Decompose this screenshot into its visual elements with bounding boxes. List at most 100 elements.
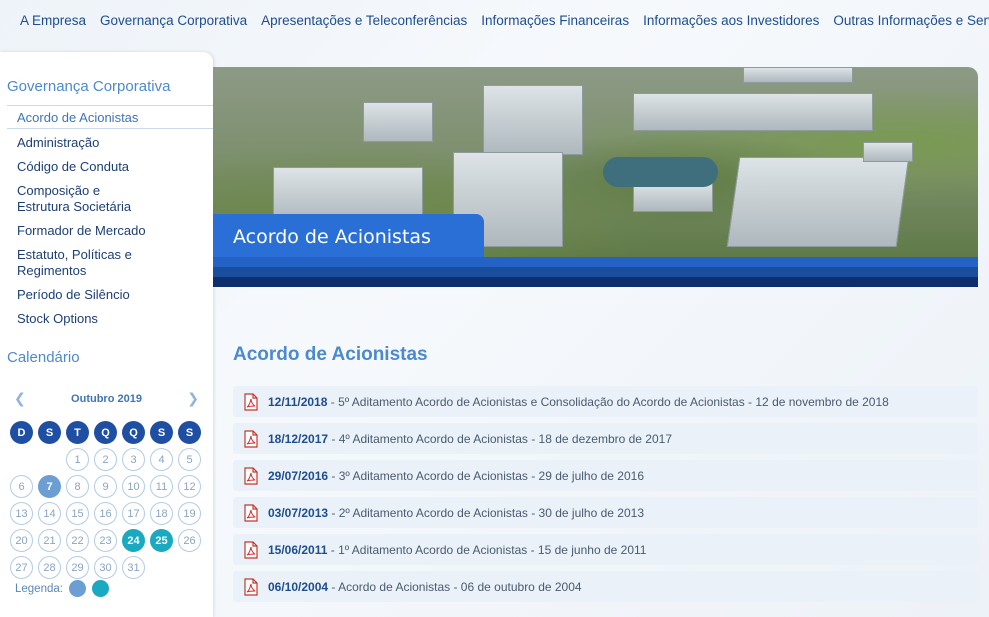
calendar-title: Calendário (7, 349, 80, 366)
sidebar-item-codigo-de-conduta[interactable]: Código de Conduta (0, 159, 213, 175)
document-link[interactable]: 06/10/2004 - Acordo de Acionistas - 06 d… (233, 571, 978, 602)
sidebar-item-periodo-de-silencio[interactable]: Período de Silêncio (0, 287, 213, 303)
document-link[interactable]: 18/12/2017 - 4º Aditamento Acordo de Aci… (233, 423, 978, 454)
calendar-day[interactable]: 8 (66, 475, 89, 498)
calendar-day[interactable]: 5 (178, 448, 201, 471)
document-date: 18/12/2017 (268, 431, 329, 446)
document-date: 12/11/2018 (268, 394, 328, 409)
calendar-day[interactable]: 23 (94, 529, 117, 552)
calendar-day[interactable]: 3 (122, 448, 145, 471)
document-link[interactable]: 29/07/2016 - 3º Aditamento Acordo de Aci… (233, 460, 978, 491)
weekday-header: D (10, 421, 33, 444)
banner-stripe (213, 267, 978, 277)
calendar-month-label: Outubro 2019 (71, 392, 142, 405)
calendar-day[interactable]: 27 (10, 556, 33, 579)
weekday-header: S (178, 421, 201, 444)
chevron-left-icon[interactable]: ❮ (14, 390, 26, 407)
legend-selected-dot (68, 580, 86, 597)
weekday-header: S (150, 421, 173, 444)
sidebar-item-composicao[interactable]: Composição e Estrutura Societária (0, 183, 150, 215)
calendar-day[interactable]: 12 (178, 475, 201, 498)
calendar-day[interactable]: 22 (66, 529, 89, 552)
calendar-day[interactable]: 7 (38, 475, 61, 498)
page-title: Acordo de Acionistas (233, 344, 428, 365)
calendar-day[interactable]: 29 (66, 556, 89, 579)
pdf-icon (243, 429, 259, 448)
calendar-day[interactable]: 30 (94, 556, 117, 579)
calendar-header: ❮ Outubro 2019 ❯ (0, 390, 213, 407)
nav-link-informacoes-financeiras[interactable]: Informações Financeiras (481, 13, 629, 28)
document-link[interactable]: 15/06/2011 - 1º Aditamento Acordo de Aci… (233, 534, 978, 565)
calendar-empty-cell (10, 448, 33, 471)
legend-label: Legenda: (15, 582, 63, 595)
calendar-day[interactable]: 24 (122, 529, 145, 552)
pdf-icon (243, 540, 259, 559)
calendar-day[interactable]: 28 (38, 556, 61, 579)
document-list: 12/11/2018 - 5º Aditamento Acordo de Aci… (233, 386, 978, 608)
document-title: - 3º Aditamento Acordo de Acionistas - 2… (328, 468, 644, 483)
sidebar-item-administracao[interactable]: Administração (0, 135, 213, 151)
hero-banner: Acordo de Acionistas (213, 67, 978, 287)
calendar-day[interactable]: 26 (178, 529, 201, 552)
calendar-day[interactable]: 14 (38, 502, 61, 525)
document-title: - 5º Aditamento Acordo de Acionistas e C… (327, 394, 889, 409)
chevron-right-icon[interactable]: ❯ (187, 390, 199, 407)
top-navigation: A Empresa Governança Corporativa Apresen… (0, 0, 989, 40)
calendar-day[interactable]: 13 (10, 502, 33, 525)
sidebar-menu: Acordo de Acionistas Administração Códig… (0, 106, 213, 327)
sidebar-active-divider (7, 128, 213, 129)
calendar-day[interactable]: 10 (122, 475, 145, 498)
calendar-day[interactable]: 9 (94, 475, 117, 498)
calendar-day[interactable]: 16 (94, 502, 117, 525)
nav-link-a-empresa[interactable]: A Empresa (20, 13, 86, 28)
document-link[interactable]: 12/11/2018 - 5º Aditamento Acordo de Aci… (233, 386, 978, 417)
document-link[interactable]: 03/07/2013 - 2º Aditamento Acordo de Aci… (233, 497, 978, 528)
calendar-day[interactable]: 25 (150, 529, 173, 552)
document-title: - 4º Aditamento Acordo de Acionistas - 1… (328, 431, 672, 446)
calendar-day[interactable]: 19 (178, 502, 201, 525)
calendar-day[interactable]: 4 (150, 448, 173, 471)
calendar-day[interactable]: 1 (66, 448, 89, 471)
banner-stripe (213, 277, 978, 287)
pdf-icon (243, 503, 259, 522)
calendar-legend: Legenda: (15, 580, 109, 597)
sidebar-item-estatuto[interactable]: Estatuto, Políticas e Regimentos (0, 247, 140, 279)
pdf-icon (243, 392, 259, 411)
nav-link-apresentacoes[interactable]: Apresentações e Teleconferências (261, 13, 467, 28)
document-date: 29/07/2016 (268, 468, 329, 483)
banner-stripe (213, 257, 978, 267)
nav-link-outras-informacoes[interactable]: Outras Informações e Serviços (833, 13, 989, 28)
calendar-day[interactable]: 20 (10, 529, 33, 552)
sidebar-item-formador-de-mercado[interactable]: Formador de Mercado (0, 223, 213, 239)
sidebar-title: Governança Corporativa (7, 78, 171, 95)
document-title: - 1º Aditamento Acordo de Acionistas - 1… (327, 542, 647, 557)
calendar-day[interactable]: 18 (150, 502, 173, 525)
pdf-icon (243, 577, 259, 596)
calendar-day[interactable]: 15 (66, 502, 89, 525)
document-date: 03/07/2013 (268, 505, 329, 520)
nav-link-governanca-corporativa[interactable]: Governança Corporativa (100, 13, 247, 28)
calendar-day[interactable]: 31 (122, 556, 145, 579)
calendar-day[interactable]: 2 (94, 448, 117, 471)
calendar-day[interactable]: 11 (150, 475, 173, 498)
sidebar: Governança Corporativa Acordo de Acionis… (0, 52, 213, 617)
weekday-header: Q (94, 421, 117, 444)
document-title: - Acordo de Acionistas - 06 de outubro d… (328, 579, 582, 594)
document-title: - 2º Aditamento Acordo de Acionistas - 3… (328, 505, 644, 520)
document-date: 06/10/2004 (268, 579, 329, 594)
weekday-header: Q (122, 421, 145, 444)
calendar-grid: D S T Q Q S S 1 2 3 4 5 6 7 8 9 10 11 12 13 14 15 16 17 18 19 20 21… (10, 421, 206, 579)
legend-event-dot (91, 580, 109, 597)
calendar-empty-cell (38, 448, 61, 471)
banner-title-box: Acordo de Acionistas (213, 214, 484, 260)
calendar-day[interactable]: 6 (10, 475, 33, 498)
nav-link-informacoes-investidores[interactable]: Informações aos Investidores (643, 13, 819, 28)
weekday-header: T (66, 421, 89, 444)
sidebar-item-stock-options[interactable]: Stock Options (0, 311, 213, 327)
weekday-header: S (38, 421, 61, 444)
calendar-day[interactable]: 17 (122, 502, 145, 525)
document-date: 15/06/2011 (268, 542, 328, 557)
calendar-day[interactable]: 21 (38, 529, 61, 552)
sidebar-item-acordo-de-acionistas[interactable]: Acordo de Acionistas (0, 110, 213, 126)
pdf-icon (243, 466, 259, 485)
